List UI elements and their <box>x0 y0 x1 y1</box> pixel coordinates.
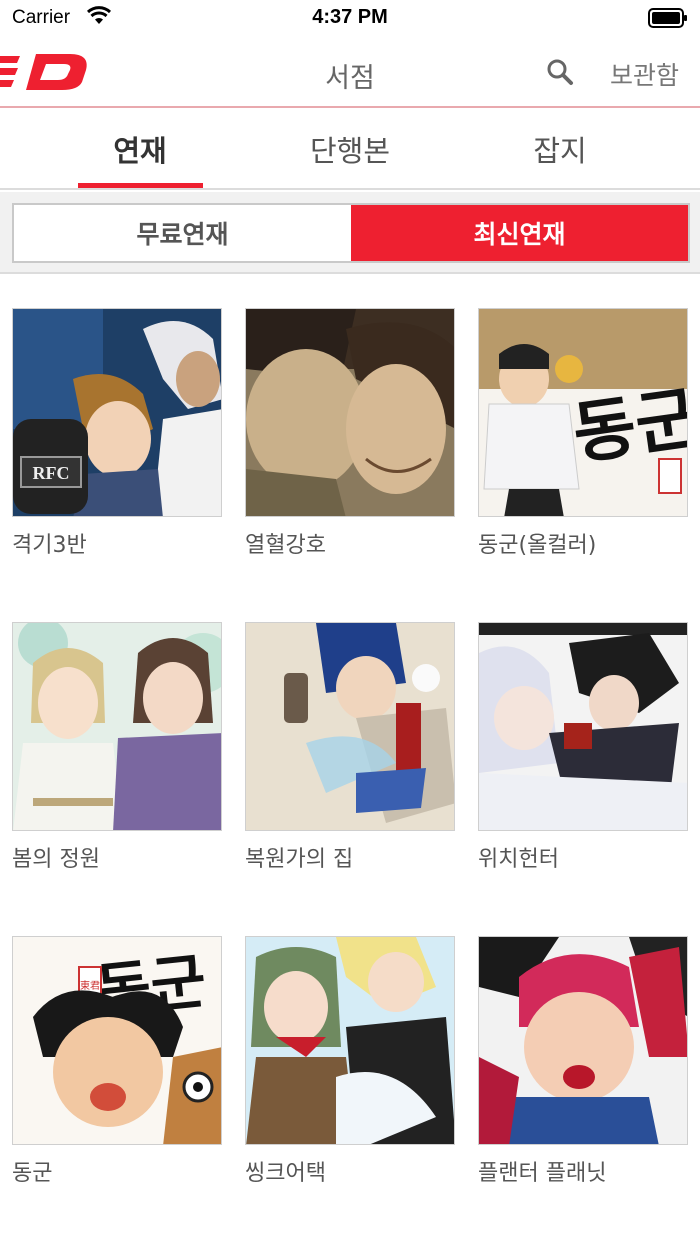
comic-title: 위치헌터 <box>478 847 559 872</box>
cover-image: RFC <box>12 308 222 517</box>
comic-title: 씽크어택 <box>245 1161 326 1186</box>
cover-image <box>12 622 222 831</box>
battery-icon <box>648 8 688 33</box>
donggun-seal: 東君 <box>80 979 100 992</box>
tab-label: 연재 <box>113 134 167 168</box>
comic-card[interactable]: 위치헌터 <box>478 622 688 873</box>
archive-button[interactable]: 보관함 <box>610 56 679 92</box>
cover-image: 동군 東君 <box>12 936 222 1145</box>
segment-control: 무료연재 최신연재 <box>12 203 690 263</box>
comic-card[interactable]: 동군 東君 동군 <box>12 936 222 1187</box>
latest-serial-button[interactable]: 최신연재 <box>351 205 688 261</box>
comic-title: 열혈강호 <box>245 533 326 558</box>
tab-label: 단행본 <box>309 134 391 168</box>
comic-card[interactable]: 씽크어택 <box>245 936 455 1187</box>
comic-title: 격기3반 <box>12 533 87 558</box>
comic-card[interactable]: 열혈강호 <box>245 308 455 559</box>
comic-title: 플랜터 플래닛 <box>478 1161 607 1186</box>
cover-image: 동군 <box>478 308 688 517</box>
tab-magazine[interactable]: 잡지 <box>460 128 660 190</box>
comic-title: 동군 <box>12 1161 53 1186</box>
cover-image <box>478 936 688 1145</box>
tab-label: 잡지 <box>533 134 587 168</box>
tab-volume[interactable]: 단행본 <box>250 128 450 190</box>
nav-bar: 서점 보관함 <box>0 36 700 108</box>
comic-card[interactable]: 복원가의 집 <box>245 622 455 873</box>
page-title: 서점 <box>325 63 375 94</box>
category-tabs: 연재 단행본 잡지 <box>0 110 700 190</box>
comic-card[interactable]: 동군 동군(올컬러) <box>478 308 688 559</box>
comic-card[interactable]: 플랜터 플래닛 <box>478 936 688 1187</box>
cover-image <box>478 622 688 831</box>
status-bar: Carrier 4:37 PM <box>0 0 700 36</box>
comic-card[interactable]: RFC 격기3반 <box>12 308 222 559</box>
search-icon[interactable] <box>546 58 574 90</box>
free-serial-button[interactable]: 무료연재 <box>14 205 351 261</box>
comic-card[interactable]: 봄의 정원 <box>12 622 222 873</box>
cover-image <box>245 308 455 517</box>
active-tab-indicator <box>78 183 203 188</box>
cover-image <box>245 936 455 1145</box>
rfc-text: RFC <box>33 463 70 483</box>
tab-serial[interactable]: 연재 <box>40 128 240 190</box>
cover-image <box>245 622 455 831</box>
clock: 4:37 PM <box>312 6 388 28</box>
comic-title: 동군(올컬러) <box>478 533 597 558</box>
segment-bar: 무료연재 최신연재 <box>0 192 700 274</box>
comic-title: 복원가의 집 <box>245 847 354 872</box>
comic-title: 봄의 정원 <box>12 847 100 872</box>
